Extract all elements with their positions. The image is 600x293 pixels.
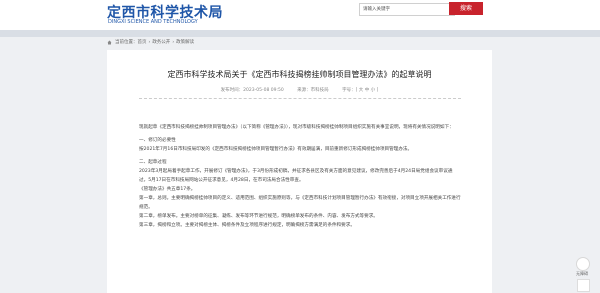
breadcrumb-label: 当前位置： bbox=[115, 40, 138, 45]
accessibility-icon[interactable] bbox=[576, 257, 590, 271]
divider bbox=[139, 98, 461, 99]
search-button[interactable]: 搜索 bbox=[449, 2, 483, 15]
article-source: 来源：市科技局 bbox=[297, 88, 329, 93]
breadcrumb-policy[interactable]: 政策解读 bbox=[176, 39, 194, 45]
paragraph: 现就起草《定西市科技揭榜挂帅制项目管理办法》（以下简称《管理办法》），现对市级科… bbox=[139, 125, 454, 130]
search-input[interactable]: 请输入关键字 bbox=[359, 3, 455, 16]
font-size-control[interactable]: 字号：[ 大 中 小 ] bbox=[342, 88, 378, 93]
breadcrumb: 当前位置： 首页 › 政务公开 › 政策解读 bbox=[107, 37, 194, 47]
section-heading: 二、起草过程 bbox=[139, 160, 167, 165]
publish-date: 发布时间：2023-05-08 09:50 bbox=[220, 88, 284, 93]
breadcrumb-open-gov[interactable]: 政务公开 bbox=[152, 39, 170, 45]
article-body: 现就起草《定西市科技揭榜挂帅制项目管理办法》（以下简称《管理办法》），现对市级科… bbox=[139, 123, 461, 230]
site-header: 定西市科学技术局 DINGXI SCIENCE AND TECHNOLOGY 请… bbox=[0, 0, 600, 30]
breadcrumb-separator: › bbox=[148, 39, 151, 45]
site-subtitle: DINGXI SCIENCE AND TECHNOLOGY bbox=[108, 19, 198, 25]
paragraph: 第一章，总则。主要明确揭榜挂帅项目的定义、适用范围、组织实施原则等，与《定西市科… bbox=[139, 196, 461, 210]
scroll-top-button[interactable] bbox=[577, 279, 590, 292]
breadcrumb-separator: › bbox=[172, 39, 175, 45]
paragraph: 第三章，揭榜和立项。主要对揭榜主体、揭榜条件及立项程序进行规定，明确揭榜方需满足… bbox=[139, 223, 355, 228]
breadcrumb-home[interactable]: 首页 bbox=[138, 39, 147, 45]
section-heading: 一、修订的必要性 bbox=[139, 138, 176, 143]
article-meta: 发布时间：2023-05-08 09:50 来源：市科技局 字号：[ 大 中 小… bbox=[107, 87, 492, 93]
accessibility-label[interactable]: 无障碍 bbox=[570, 271, 594, 277]
paragraph: 《管理办法》共五章17条。 bbox=[139, 187, 196, 192]
paragraph: 第二章，榜单发布。主要对榜单的征集、凝练、发布等环节进行规范，明确榜单发布的条件… bbox=[139, 214, 378, 219]
paragraph: 2023年3月起局着手起草工作，开展修订《管理办法》，于3月份形成初稿，并征求各… bbox=[139, 169, 453, 183]
nav-bar bbox=[0, 30, 600, 37]
article-panel: 定西市科学技术局关于《定西市科技揭榜挂帅制项目管理办法》的起草说明 发布时间：2… bbox=[107, 50, 492, 293]
paragraph: 按2021年7月16日市科技局印发的《定西市科技揭榜挂帅项目管理暂行办法》有效期… bbox=[139, 147, 413, 152]
article-title: 定西市科学技术局关于《定西市科技揭榜挂帅制项目管理办法》的起草说明 bbox=[167, 70, 432, 79]
home-icon bbox=[107, 40, 112, 44]
